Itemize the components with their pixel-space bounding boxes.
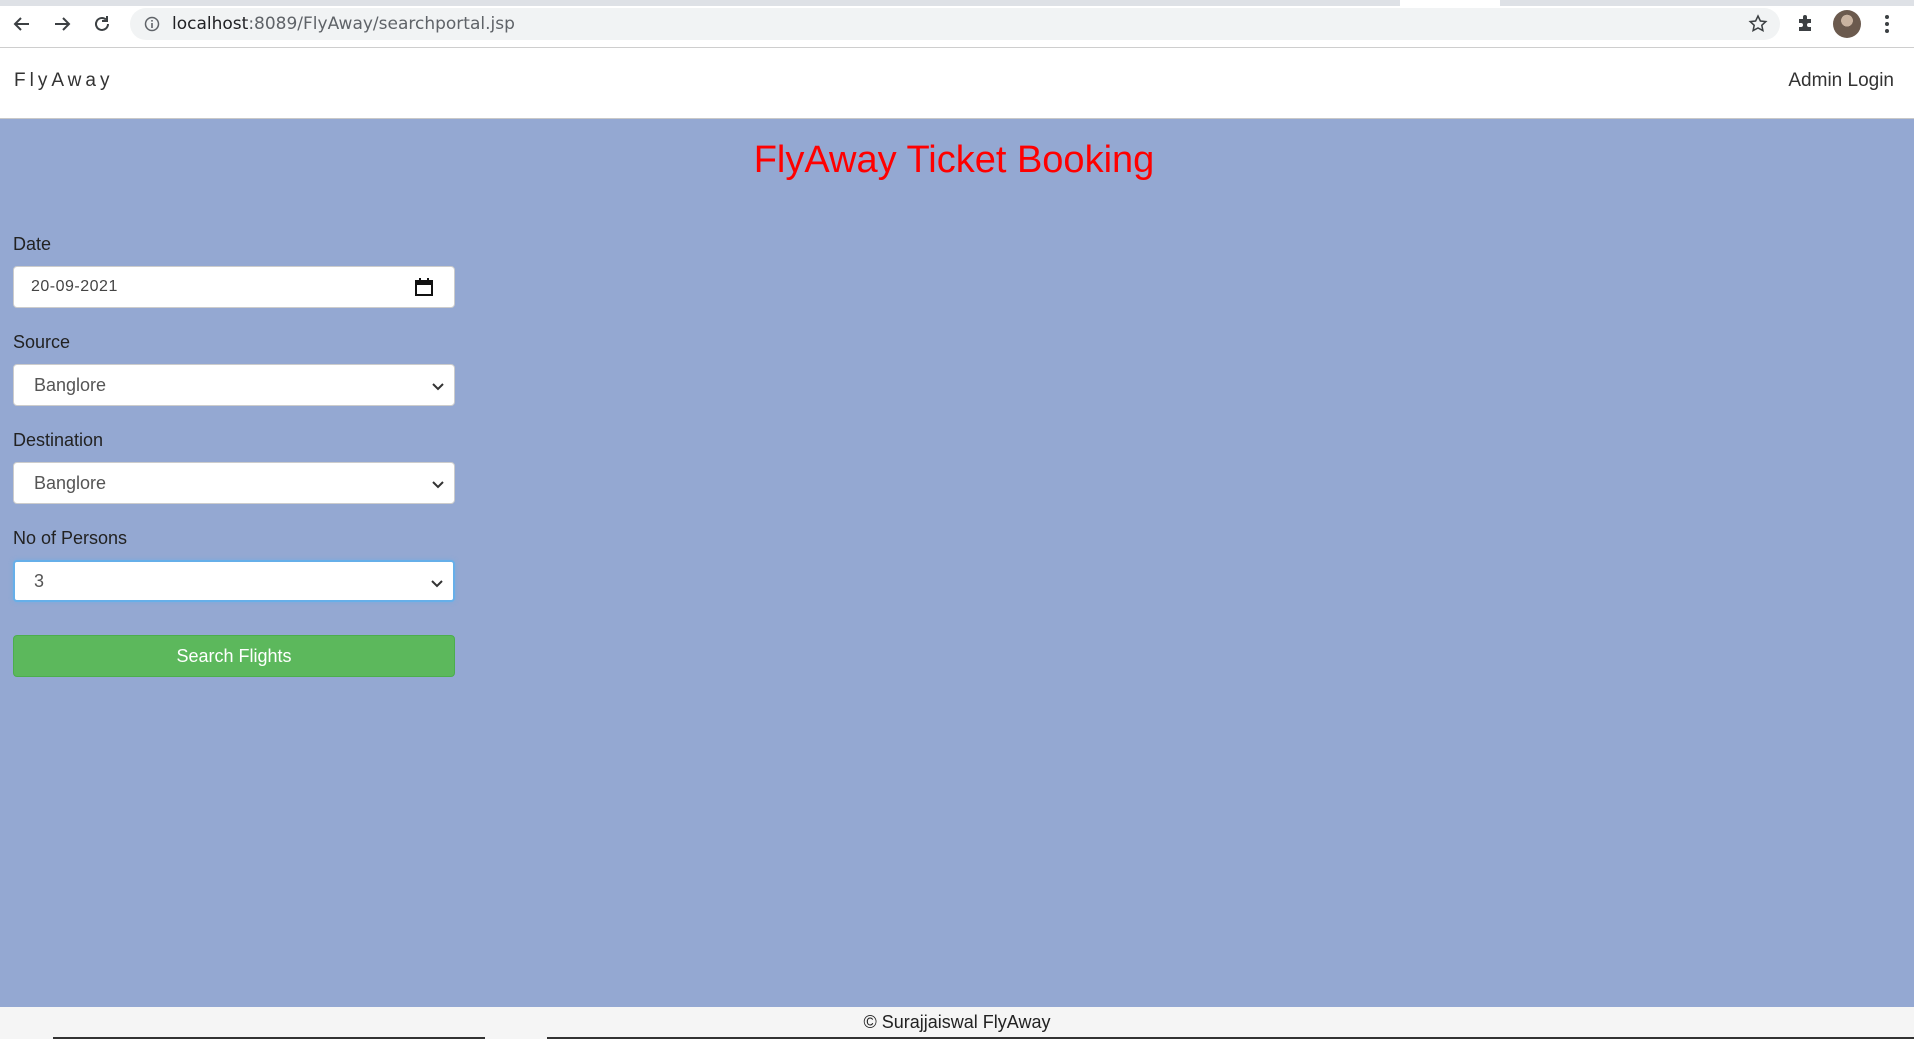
main-content: FlyAway Ticket Booking Date 20-09-2021 S…	[0, 119, 1914, 1007]
url-text: localhost:8089/FlyAway/searchportal.jsp	[172, 14, 515, 34]
extensions-puzzle-icon[interactable]	[1795, 12, 1817, 34]
forward-icon[interactable]	[48, 10, 76, 38]
chevron-down-icon	[431, 377, 445, 398]
date-label: Date	[13, 234, 52, 254]
date-value: 20-09-2021	[31, 278, 118, 295]
footer-copyright: © Surajjaiswal FlyAway	[863, 1012, 1051, 1032]
site-navbar: FlyAway Admin Login	[0, 48, 1914, 119]
calendar-icon[interactable]	[414, 277, 434, 302]
persons-selected-value: 3	[34, 570, 45, 591]
page-title: FlyAway Ticket Booking	[753, 139, 1155, 181]
source-label: Source	[13, 332, 71, 352]
source-selected-value: Banglore	[34, 374, 107, 395]
brand-logo[interactable]: FlyAway	[14, 70, 113, 92]
tab-highlight	[1400, 0, 1500, 6]
browser-toolbar: localhost:8089/FlyAway/searchportal.jsp	[0, 0, 1914, 48]
persons-label: No of Persons	[13, 528, 128, 548]
address-bar[interactable]: localhost:8089/FlyAway/searchportal.jsp	[130, 8, 1780, 40]
site-info-icon[interactable]	[144, 16, 160, 32]
persons-select[interactable]: 3	[13, 560, 455, 602]
destination-label: Destination	[13, 430, 104, 450]
destination-select[interactable]: Banglore	[13, 462, 455, 504]
date-input[interactable]: 20-09-2021	[13, 266, 455, 308]
destination-selected-value: Banglore	[34, 472, 107, 493]
browser-menu-icon[interactable]	[1876, 12, 1898, 36]
reload-icon[interactable]	[88, 10, 116, 38]
search-flights-button[interactable]: Search Flights	[13, 635, 455, 677]
footer: © Surajjaiswal FlyAway	[0, 1007, 1914, 1039]
admin-login-link[interactable]: Admin Login	[1788, 70, 1894, 92]
chevron-down-icon	[430, 574, 444, 595]
source-select[interactable]: Banglore	[13, 364, 455, 406]
chevron-down-icon	[431, 475, 445, 496]
bookmark-star-icon[interactable]	[1748, 14, 1768, 34]
tab-strip	[0, 0, 1914, 6]
url-path: :8089/FlyAway/searchportal.jsp	[248, 14, 515, 34]
back-icon[interactable]	[8, 10, 36, 38]
profile-avatar[interactable]	[1833, 10, 1861, 38]
url-host: localhost	[172, 14, 249, 34]
